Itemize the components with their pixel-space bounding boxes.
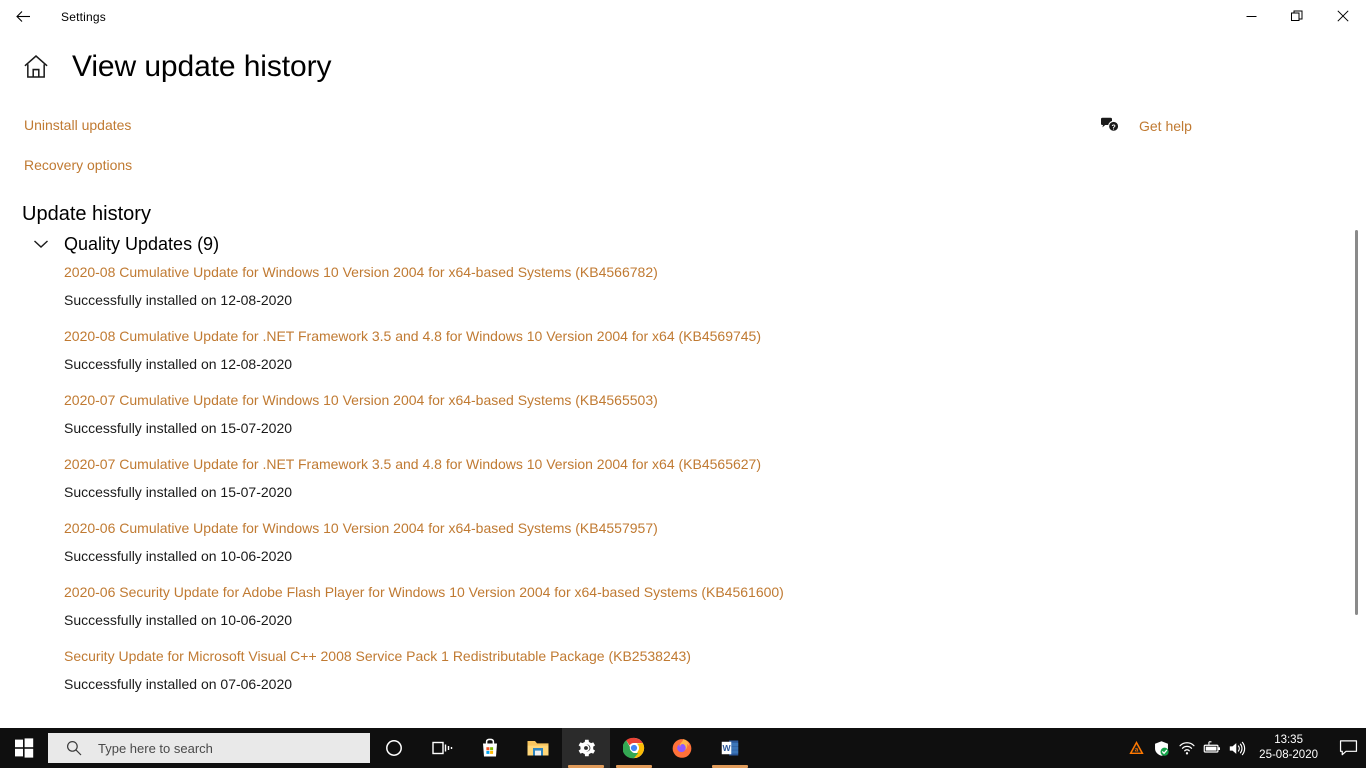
content-scrollbar-thumb[interactable] [1355, 230, 1358, 615]
update-status-text: Successfully installed on 15-07-2020 [64, 420, 293, 436]
update-title-link[interactable]: 2020-06 Cumulative Update for Windows 10… [64, 519, 1340, 537]
update-history-entry: 2020-07 Cumulative Update for Windows 10… [0, 391, 1340, 437]
task-view-icon [432, 741, 453, 755]
update-history-entry: 2020-08 Cumulative Update for Windows 10… [0, 263, 1340, 309]
start-button[interactable] [0, 728, 48, 768]
avast-icon: a [1129, 740, 1144, 754]
restore-icon [1291, 10, 1303, 21]
restore-button[interactable] [1274, 0, 1320, 32]
update-status-text: Successfully installed on 10-06-2020 [64, 548, 293, 564]
uninstall-updates-link[interactable]: Uninstall updates [24, 117, 131, 133]
clock-time: 13:35 [1274, 734, 1303, 746]
help-bubble-icon: ? [1101, 117, 1120, 132]
content-area: Uninstall updates Recovery options ? Get… [0, 105, 1366, 720]
window-title: Settings [61, 9, 106, 24]
quality-updates-group-toggle[interactable]: Quality Updates (9) [30, 233, 219, 255]
recovery-options-link[interactable]: Recovery options [24, 157, 132, 173]
windows-security-shield-icon [1155, 740, 1169, 756]
taskbar-item-firefox[interactable] [658, 728, 706, 768]
update-history-entry: 2020-07 Cumulative Update for .NET Frame… [0, 455, 1340, 501]
update-history-heading: Update history [22, 203, 151, 225]
page-title: View update history [72, 50, 332, 83]
taskbar-item-settings[interactable] [562, 728, 610, 768]
settings-gear-icon [578, 739, 596, 757]
update-history-entry: 2020-06 Cumulative Update for Windows 10… [0, 519, 1340, 565]
update-status-text: Successfully installed on 12-08-2020 [64, 292, 293, 308]
system-tray: a 13:35 25-08-2020 [1124, 728, 1366, 768]
back-arrow-icon [15, 11, 30, 22]
taskbar-item-microsoft-word[interactable]: W [706, 728, 754, 768]
update-history-entry: 2020-08 Cumulative Update for .NET Frame… [0, 327, 1340, 373]
settings-window: Settings View update history Uninstall u… [0, 0, 1366, 768]
tray-item-volume[interactable] [1224, 728, 1249, 768]
content-scrollbar-track[interactable] [1350, 90, 1364, 724]
close-button[interactable] [1320, 0, 1366, 32]
battery-icon [1203, 741, 1220, 753]
get-help-label: Get help [1139, 118, 1192, 134]
svg-text:?: ? [1111, 124, 1115, 131]
update-status-text: Successfully installed on 10-06-2020 [64, 612, 293, 628]
wifi-icon [1179, 742, 1195, 755]
update-title-link[interactable]: 2020-08 Cumulative Update for .NET Frame… [64, 327, 1340, 345]
tray-item-windows-security[interactable] [1149, 728, 1174, 768]
title-bar: Settings [0, 0, 1366, 33]
minimize-button[interactable] [1228, 0, 1274, 32]
close-icon [1337, 10, 1349, 22]
taskbar-item-task-view[interactable] [418, 728, 466, 768]
taskbar-item-google-chrome[interactable] [610, 728, 658, 768]
minimize-icon [1246, 15, 1256, 17]
update-history-entry: 2020-06 Security Update for Adobe Flash … [0, 583, 1340, 629]
taskbar-item-microsoft-store[interactable] [466, 728, 514, 768]
action-center-icon [1339, 740, 1357, 756]
update-title-link[interactable]: Security Update for Microsoft Visual C++… [64, 647, 1340, 665]
action-center-button[interactable] [1330, 728, 1366, 768]
microsoft-store-icon [483, 738, 497, 757]
tray-item-wifi[interactable] [1174, 728, 1199, 768]
volume-icon [1229, 741, 1245, 755]
google-chrome-icon [623, 737, 645, 759]
chevron-down-icon [34, 240, 48, 248]
cortana-icon [386, 740, 402, 756]
search-icon [66, 740, 82, 756]
svg-text:W: W [722, 743, 731, 753]
window-controls [1228, 0, 1366, 32]
search-input[interactable]: Type here to search [48, 733, 370, 763]
taskbar-item-cortana[interactable] [370, 728, 418, 768]
taskbar: Type here to search W a 13:35 25-08-2020 [0, 728, 1366, 768]
update-title-link[interactable]: 2020-08 Cumulative Update for Windows 10… [64, 263, 1340, 281]
home-icon[interactable] [22, 53, 50, 81]
tray-item-battery[interactable] [1199, 728, 1224, 768]
clock-date: 25-08-2020 [1259, 749, 1318, 761]
get-help-link[interactable]: ? Get help [1100, 117, 1192, 135]
taskbar-clock[interactable]: 13:35 25-08-2020 [1259, 733, 1318, 763]
word-icon: W [721, 740, 739, 756]
update-history-entry: Security Update for Microsoft Visual C++… [0, 647, 1340, 693]
update-title-link[interactable]: 2020-07 Cumulative Update for Windows 10… [64, 391, 1340, 409]
tray-item-avast[interactable]: a [1124, 728, 1149, 768]
update-title-link[interactable]: 2020-06 Security Update for Adobe Flash … [64, 583, 1340, 601]
update-history-list: 2020-08 Cumulative Update for Windows 10… [0, 263, 1340, 711]
back-button[interactable] [0, 1, 46, 33]
update-status-text: Successfully installed on 07-06-2020 [64, 676, 293, 692]
update-status-text: Successfully installed on 15-07-2020 [64, 484, 293, 500]
taskbar-app-icons: W [370, 728, 754, 768]
quality-updates-group-label: Quality Updates (9) [64, 233, 220, 254]
page-header: View update history [0, 50, 331, 84]
firefox-icon [672, 739, 692, 758]
update-title-link[interactable]: 2020-07 Cumulative Update for .NET Frame… [64, 455, 1340, 473]
taskbar-item-file-explorer[interactable] [514, 728, 562, 768]
windows-start-icon [15, 738, 34, 758]
search-placeholder: Type here to search [98, 740, 213, 756]
update-status-text: Successfully installed on 12-08-2020 [64, 356, 293, 372]
file-explorer-icon [527, 741, 549, 756]
